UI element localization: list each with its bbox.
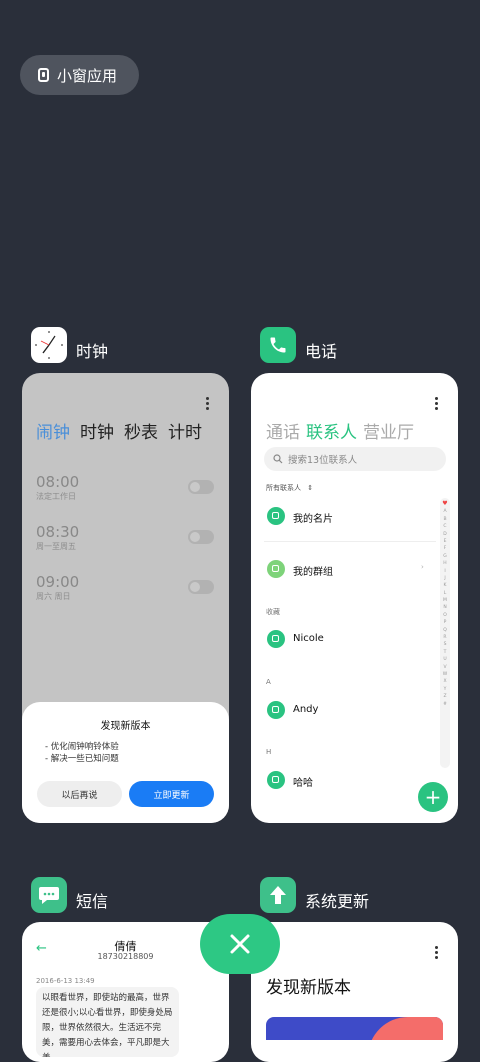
tab-calls[interactable]: 通话: [266, 418, 300, 443]
tab-stopwatch[interactable]: 秒表: [124, 418, 158, 443]
contact-nicole[interactable]: Nicole: [293, 633, 324, 644]
tab-clock[interactable]: 时钟: [80, 418, 114, 443]
my-group-label[interactable]: 我的群组: [293, 563, 333, 578]
my-group-icon: [267, 560, 285, 578]
index-letter[interactable]: S: [444, 642, 447, 647]
add-contact-button[interactable]: +: [418, 782, 448, 812]
clock-app-title: 时钟: [76, 342, 109, 361]
close-icon: [230, 934, 250, 954]
later-button[interactable]: 以后再说: [37, 781, 122, 807]
phone-app-icon[interactable]: [260, 327, 296, 363]
index-letter[interactable]: I: [444, 569, 445, 574]
alarm-time-1: 08:00: [36, 473, 80, 491]
chevron-right-icon: ›: [421, 563, 424, 571]
index-letter[interactable]: J: [444, 576, 445, 581]
index-letter[interactable]: Z: [443, 694, 446, 699]
phone-tabs: 通话 联系人 营业厅: [266, 418, 414, 443]
alarm-time-2: 08:30: [36, 523, 80, 541]
dialog-item-1: - 优化闹钟响铃体验: [45, 742, 119, 752]
floating-window-button[interactable]: 小窗应用: [20, 55, 139, 95]
dialog-title: 发现新版本: [100, 721, 151, 732]
index-letter[interactable]: E: [444, 539, 447, 544]
index-letter[interactable]: F: [444, 546, 447, 551]
contact-filter[interactable]: 所有联系人 ⇕: [266, 483, 313, 493]
alarm-sub-3: 周六 周日: [36, 592, 71, 601]
index-letter[interactable]: #: [443, 702, 447, 707]
clear-all-button[interactable]: [200, 914, 280, 974]
section-h-label: H: [266, 748, 272, 756]
contact-haha[interactable]: 哈哈: [293, 774, 313, 789]
update-more-icon[interactable]: [435, 946, 438, 961]
contact-avatar-andy: [267, 701, 285, 719]
contact-andy[interactable]: Andy: [293, 704, 318, 715]
phone-app-title: 电话: [305, 342, 338, 361]
phone-more-icon[interactable]: [435, 397, 438, 412]
index-letter[interactable]: A: [443, 509, 446, 514]
index-letter[interactable]: N: [443, 605, 446, 610]
dialog-item-2: - 解决一些已知问题: [45, 754, 119, 764]
tab-alarm[interactable]: 闹钟: [36, 418, 70, 443]
alarm-toggle-1[interactable]: [188, 480, 214, 494]
index-letter[interactable]: C: [443, 524, 446, 529]
heart-icon: ♥: [442, 500, 448, 507]
sms-app-title: 短信: [76, 892, 109, 911]
index-letter[interactable]: D: [443, 532, 446, 537]
search-placeholder: 搜索13位联系人: [288, 455, 358, 466]
index-letter[interactable]: V: [443, 665, 446, 670]
floating-window-icon: [38, 68, 49, 82]
alarm-toggle-3[interactable]: [188, 580, 214, 594]
system-update-app-icon[interactable]: [260, 877, 296, 913]
index-letter[interactable]: R: [443, 635, 446, 640]
index-letter[interactable]: T: [444, 650, 447, 655]
sms-contact-number: 18730218809: [97, 952, 154, 961]
sms-message-bubble: 以眼看世界，即使站的最高，世界还是很小;以心看世界，即使身处局限，世界依然很大。…: [36, 987, 179, 1057]
divider: [264, 541, 436, 542]
tab-service-hall[interactable]: 营业厅: [363, 418, 414, 443]
alarm-sub-1: 法定工作日: [36, 492, 76, 501]
index-letter[interactable]: H: [443, 561, 446, 566]
favorites-label: 收藏: [266, 608, 280, 616]
clock-app-icon[interactable]: [31, 327, 67, 363]
update-banner: [266, 1017, 443, 1040]
sms-app-icon[interactable]: [31, 877, 67, 913]
index-letter[interactable]: Y: [444, 687, 447, 692]
alphabet-index[interactable]: ♥ A B C D E F G H I J K L M N O P Q R S …: [440, 498, 450, 768]
tab-contacts[interactable]: 联系人: [306, 418, 357, 443]
update-now-button[interactable]: 立即更新: [129, 781, 214, 807]
index-letter[interactable]: X: [443, 679, 446, 684]
search-icon: [273, 454, 283, 464]
clock-more-icon[interactable]: [206, 397, 209, 412]
update-title: 发现新版本: [266, 978, 351, 998]
index-letter[interactable]: L: [444, 591, 447, 596]
alarm-time-3: 09:00: [36, 573, 80, 591]
index-letter[interactable]: G: [443, 554, 447, 559]
my-card-label[interactable]: 我的名片: [293, 510, 333, 525]
system-update-app-title: 系统更新: [305, 892, 370, 911]
index-letter[interactable]: O: [443, 613, 447, 618]
alarm-toggle-2[interactable]: [188, 530, 214, 544]
index-letter[interactable]: M: [443, 598, 447, 603]
contact-avatar-nicole: [267, 630, 285, 648]
index-letter[interactable]: P: [444, 620, 447, 625]
index-letter[interactable]: W: [443, 672, 447, 677]
floating-window-label: 小窗应用: [57, 66, 118, 85]
index-letter[interactable]: Q: [443, 628, 447, 633]
index-letter[interactable]: K: [444, 583, 447, 588]
contact-avatar-haha: [267, 771, 285, 789]
section-a-label: A: [266, 678, 271, 686]
contact-filter-label: 所有联系人: [266, 484, 301, 492]
sms-date: 2016-6-13 13:49: [36, 977, 95, 985]
my-card-icon: [267, 507, 285, 525]
tab-timer[interactable]: 计时: [168, 418, 202, 443]
contact-search-input[interactable]: 搜索13位联系人: [264, 447, 446, 471]
clock-tabs: 闹钟 时钟 秒表 计时: [36, 418, 202, 443]
alarm-sub-2: 周一至周五: [36, 542, 76, 551]
chevron-updown-icon: ⇕: [307, 484, 314, 492]
index-letter[interactable]: U: [443, 657, 446, 662]
index-letter[interactable]: B: [443, 517, 446, 522]
